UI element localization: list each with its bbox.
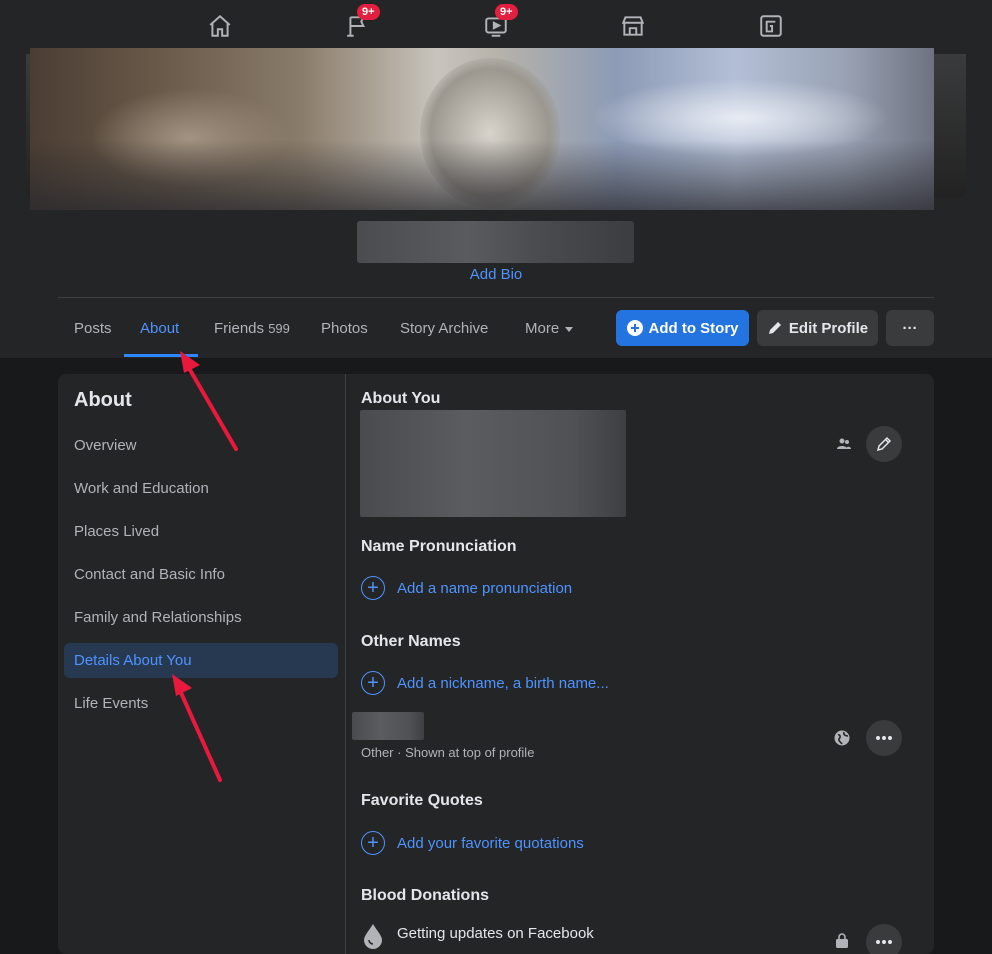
add-to-story-button[interactable]: Add to Story — [616, 310, 749, 346]
more-dots-icon — [876, 736, 892, 740]
sidebar-item-life-events[interactable]: Life Events — [74, 695, 148, 712]
more-dots-icon: ··· — [902, 319, 918, 337]
name-pronunciation-title: Name Pronunciation — [361, 538, 517, 555]
tab-posts[interactable]: Posts — [74, 320, 112, 337]
other-name-redacted — [352, 712, 424, 740]
pencil-outline-icon — [875, 435, 893, 453]
blood-donations-title: Blood Donations — [361, 887, 489, 904]
add-name-pronunciation-label: Add a name pronunciation — [397, 579, 573, 597]
watch-badge: 9+ — [495, 4, 518, 20]
blood-donations-status: Getting updates on Facebook — [397, 925, 594, 942]
add-favorite-quotes[interactable]: + Add your favorite quotations — [361, 831, 584, 855]
caret-down-icon — [565, 326, 574, 332]
favorite-quotes-title: Favorite Quotes — [361, 792, 483, 809]
add-bio-link[interactable]: Add Bio — [0, 266, 992, 283]
tab-story-archive[interactable]: Story Archive — [400, 320, 488, 337]
blood-drop-icon — [361, 922, 385, 950]
tab-friends-label: Friends — [214, 320, 265, 337]
edit-about-you-button[interactable] — [866, 426, 902, 462]
sidebar-item-overview[interactable]: Overview — [74, 437, 137, 454]
more-dots-icon — [876, 940, 892, 944]
sidebar-item-work-and-education[interactable]: Work and Education — [74, 480, 209, 497]
add-nickname-label: Add a nickname, a birth name... — [397, 674, 609, 692]
tab-more[interactable]: More — [525, 320, 574, 337]
marketplace-icon[interactable] — [618, 10, 648, 42]
home-icon[interactable] — [205, 10, 235, 42]
tab-friends[interactable]: Friends 599 — [214, 320, 290, 337]
add-name-pronunciation[interactable]: + Add a name pronunciation — [361, 576, 572, 600]
plus-icon: + — [361, 671, 385, 695]
plus-circle-icon — [626, 320, 643, 336]
active-tab-indicator — [124, 354, 198, 357]
about-you-text-redacted — [360, 410, 626, 517]
sidebar-item-places-lived[interactable]: Places Lived — [74, 523, 159, 540]
blood-donations-options-button[interactable] — [866, 924, 902, 954]
other-names-title: Other Names — [361, 633, 461, 650]
sidebar-item-details-about-you[interactable]: Details About You — [74, 652, 192, 669]
add-to-story-label: Add to Story — [648, 319, 739, 337]
sidebar-item-family[interactable]: Family and Relationships — [74, 609, 242, 626]
header-divider — [58, 297, 934, 298]
sidebar-separator — [345, 374, 346, 954]
friends-audience-icon[interactable] — [836, 436, 852, 452]
watch-icon[interactable]: 9+ — [481, 4, 518, 42]
pages-flag-icon[interactable]: 9+ — [343, 4, 380, 42]
add-favorite-quotes-label: Add your favorite quotations — [397, 834, 584, 852]
gaming-icon[interactable] — [756, 10, 786, 42]
other-name-meta: Other · Shown at top of profile — [361, 745, 535, 760]
plus-icon: + — [361, 576, 385, 600]
cover-photo[interactable] — [30, 48, 934, 210]
profile-name-redacted — [357, 221, 634, 263]
sidebar-item-contact-info[interactable]: Contact and Basic Info — [74, 566, 225, 583]
about-title: About — [74, 389, 132, 411]
edit-profile-button[interactable]: Edit Profile — [757, 310, 878, 346]
more-options-button[interactable]: ··· — [886, 310, 934, 346]
add-nickname[interactable]: + Add a nickname, a birth name... — [361, 671, 609, 695]
tab-more-label: More — [525, 320, 560, 337]
pencil-icon — [767, 320, 783, 336]
lock-icon[interactable] — [835, 932, 849, 948]
other-name-options-button[interactable] — [866, 720, 902, 756]
plus-icon: + — [361, 831, 385, 855]
pages-badge: 9+ — [357, 4, 380, 20]
edit-profile-label: Edit Profile — [788, 319, 869, 337]
tab-about[interactable]: About — [140, 320, 179, 337]
tab-photos[interactable]: Photos — [321, 320, 368, 337]
globe-icon[interactable] — [834, 730, 850, 746]
friends-count: 599 — [268, 321, 290, 336]
top-navigation: 9+ 9+ — [0, 0, 992, 54]
about-you-title: About You — [361, 390, 441, 407]
